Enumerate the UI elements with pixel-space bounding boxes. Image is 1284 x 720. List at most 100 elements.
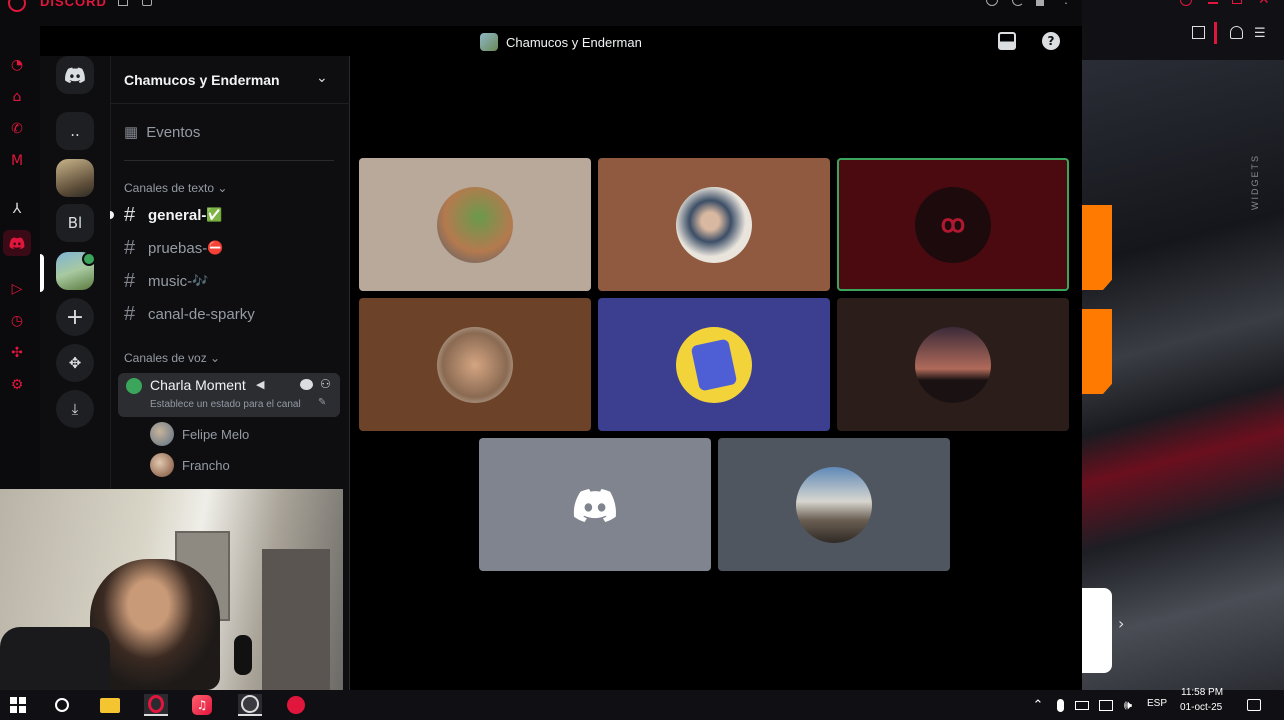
microphone-icon[interactable] [1048,694,1072,716]
discord-default-avatar-icon [573,488,616,522]
active-server-indicator [40,254,44,292]
participant-tile[interactable] [598,158,830,291]
aria-icon[interactable]: ⌂ [8,88,26,106]
channel-general[interactable]: # general- ✅ [124,202,223,228]
orange-tab-2[interactable] [1082,309,1112,394]
participant-tile[interactable] [359,158,591,291]
notifications-icon[interactable] [1242,694,1266,716]
more-icon[interactable]: ⋮ [1060,0,1072,6]
help-icon[interactable]: ? [1042,32,1060,50]
participant-avatar [796,466,872,543]
channel-label: canal-de-sparky [148,305,255,323]
voice-member[interactable]: Francho [150,453,230,477]
separator [1214,22,1217,44]
server-icon [480,33,498,51]
inbox-icon[interactable] [998,32,1016,50]
webcam-chair [0,627,110,690]
download-icon[interactable]: ⤓ [56,390,94,428]
minimize-icon[interactable] [1208,2,1218,4]
maximize-icon[interactable] [1232,0,1242,4]
bot-icon[interactable] [142,0,152,6]
user-avatar [150,422,174,446]
channel-pruebas[interactable]: # pruebas- ⛔ [124,235,223,261]
next-arrow-icon[interactable]: › [1118,614,1124,633]
channel-label: general- [148,206,207,224]
discover-icon[interactable]: ✥ [56,344,94,382]
add-member-icon[interactable]: ⚇ [320,377,331,391]
channel-label: pruebas- [148,239,208,257]
language-indicator[interactable]: ESP [1147,698,1167,709]
participant-tile[interactable] [598,298,830,431]
voice-member[interactable]: Felipe Melo [150,422,249,446]
close-icon[interactable]: ✕ [1258,0,1270,8]
speaker-icon [126,378,142,394]
file-explorer-icon[interactable] [98,694,122,716]
add-server-icon[interactable]: + [56,298,94,336]
events-label: Eventos [146,123,201,141]
participant-avatar [915,326,991,403]
opera-gx-icon[interactable] [144,694,168,716]
events-link[interactable]: ▦ Eventos [124,119,200,145]
hash-icon: # [124,302,136,325]
pencil-icon[interactable]: ✎ [318,397,326,408]
voice-category-label: Canales de voz [124,351,207,365]
participant-tile[interactable] [837,298,1069,431]
participant-tile-speaking[interactable]: ꝏ [837,158,1069,291]
chevron-down-icon[interactable]: ⌄ [316,70,328,86]
server-name: Chamucos y Enderman [124,72,280,88]
opera-logo-icon[interactable] [8,0,26,12]
server-header[interactable]: Chamucos y Enderman ⌄ [110,56,350,104]
participant-tile[interactable] [718,438,950,571]
pin-icon[interactable] [1036,0,1044,6]
extensions-sidebar-icon[interactable]: ✣ [8,344,26,362]
easy-setup-icon[interactable]: ☰ [1254,26,1266,41]
snapshot-icon[interactable] [1192,26,1205,39]
messenger-icon[interactable]: ✆ [8,120,26,138]
server-avatar-1[interactable] [56,159,94,197]
channel-canal-de-sparky[interactable]: # canal-de-sparky [124,301,255,327]
server-bl[interactable]: Bl [56,204,94,242]
server-dots[interactable]: .. [56,112,94,150]
text-category[interactable]: Canales de texto ⌄ [124,181,227,195]
music-app-icon[interactable]: ♫ [190,694,214,716]
check-emoji: ✅ [206,207,223,222]
discord-sidebar-icon[interactable] [3,230,31,256]
clock-time[interactable]: 11:58 PM [1181,687,1223,698]
refresh-icon[interactable] [1012,0,1024,6]
network-icon[interactable] [1094,694,1118,716]
discord-home-icon[interactable] [56,56,94,94]
chat-bubble-icon[interactable] [300,379,313,390]
opera-icon[interactable] [284,694,308,716]
settings-icon[interactable]: ⚙ [8,376,26,394]
channel-music[interactable]: # music- 🎶 [124,268,208,294]
participant-tile[interactable] [479,438,711,571]
participant-avatar: ꝏ [915,186,991,263]
calendar-icon: ▦ [124,124,139,141]
voice-channel-charla-moment[interactable]: Charla Moment ◀ ⚇ Establece un estado pa… [118,373,340,417]
participant-tile[interactable] [359,298,591,431]
orange-tab-1[interactable] [1082,205,1112,290]
player-icon[interactable]: ▷ [8,280,26,298]
voice-category[interactable]: Canales de voz ⌄ [124,351,220,365]
search-icon[interactable] [50,694,74,716]
windows-start-icon[interactable] [6,694,30,716]
obs-icon[interactable] [238,694,262,716]
clock-date[interactable]: 01-oct-25 [1180,702,1222,713]
search-icon[interactable] [1180,0,1192,6]
usb-drive-icon[interactable] [1070,694,1094,716]
mail-icon[interactable]: M [8,152,26,170]
volume-icon[interactable]: 🕪 [1116,694,1140,716]
account-icon[interactable] [1230,26,1243,39]
member-name: Felipe Melo [182,426,250,442]
history-icon[interactable]: ◷ [8,312,26,330]
participant-avatar [437,326,513,403]
voice-status-placeholder[interactable]: Establece un estado para el canal [150,399,301,410]
member-name: Francho [182,457,230,473]
side-browser-panel: ✕ ☰ WIDGETS › [1082,0,1284,690]
promo-card[interactable] [1082,588,1112,673]
extensions-icon[interactable] [986,0,998,6]
speed-dial-icon[interactable]: ◔ [8,56,26,74]
apps-icon[interactable]: ⅄ [8,200,26,218]
chevron-up-icon[interactable]: ⌃ [1026,694,1050,716]
trash-icon[interactable] [118,0,128,6]
